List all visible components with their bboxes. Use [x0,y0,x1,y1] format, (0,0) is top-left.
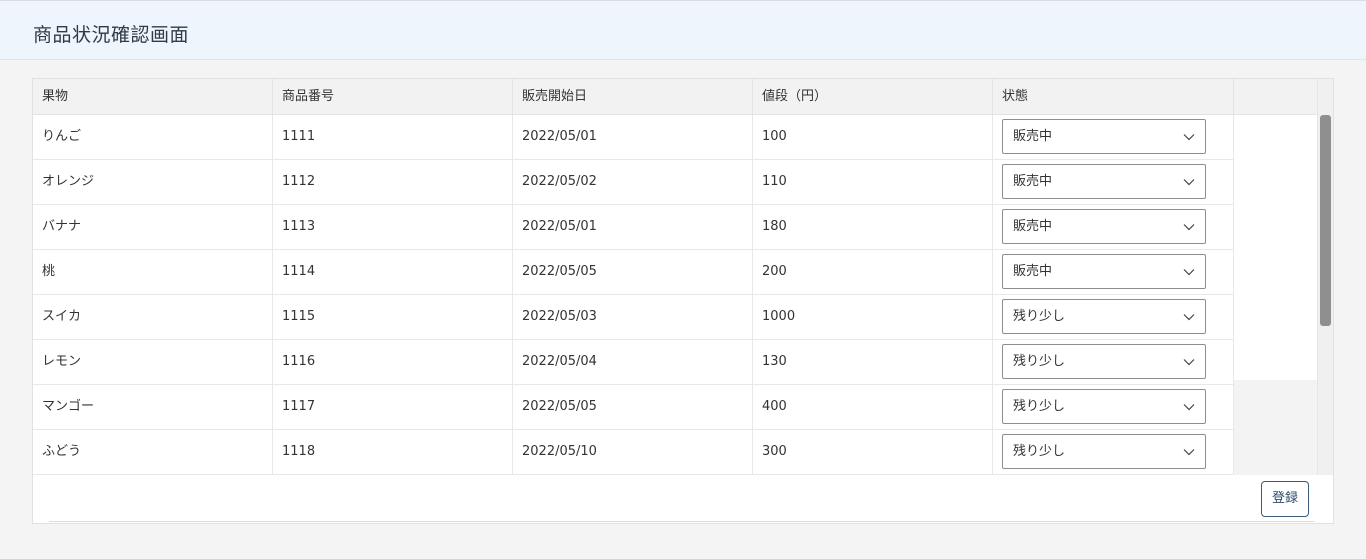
cell-price: 180 [753,205,993,249]
status-select[interactable]: 残り少し [1002,344,1206,379]
register-button[interactable]: 登録 [1261,481,1309,517]
column-header-empty [1234,79,1317,115]
column-header-status[interactable]: 状態 [993,79,1234,115]
cell-price: 300 [753,430,993,474]
status-select-value: 販売中 [1013,264,1053,279]
cell-fruit: スイカ [33,295,273,339]
cell-fruit: マンゴー [33,385,273,429]
chevron-down-icon [1183,359,1195,366]
cell-code: 1115 [273,295,513,339]
cell-start-date: 2022/05/01 [513,115,753,159]
chevron-down-icon [1183,134,1195,141]
chevron-down-icon [1183,224,1195,231]
row-spacer [1234,115,1317,380]
chevron-down-icon [1183,179,1195,186]
cell-code: 1111 [273,115,513,159]
status-select[interactable]: 販売中 [1002,119,1206,154]
cell-start-date: 2022/05/01 [513,205,753,249]
page-header: 商品状況確認画面 [0,0,1366,60]
status-select-value: 販売中 [1013,174,1053,189]
cell-code: 1116 [273,340,513,384]
column-header-price[interactable]: 値段（円） [753,79,993,115]
chevron-down-icon [1183,314,1195,321]
table-header: 果物 商品番号 販売開始日 値段（円） 状態 [33,79,1333,115]
cell-price: 130 [753,340,993,384]
cell-fruit: ふどう [33,430,273,474]
table-row: レモン 1116 2022/05/04 130 残り少し [33,340,1234,385]
table-body: りんご 1111 2022/05/01 100 販売中 オレンジ 1112 20… [33,115,1317,475]
status-select-value: 残り少し [1013,309,1066,324]
cell-fruit: 桃 [33,250,273,294]
status-select-value: 残り少し [1013,399,1066,414]
cell-price: 200 [753,250,993,294]
cell-fruit: レモン [33,340,273,384]
chevron-down-icon [1183,404,1195,411]
status-select-value: 残り少し [1013,444,1066,459]
scrollbar-thumb[interactable] [1320,115,1331,326]
table-row: スイカ 1115 2022/05/03 1000 残り少し [33,295,1234,340]
status-select[interactable]: 販売中 [1002,164,1206,199]
cell-price: 400 [753,385,993,429]
status-select[interactable]: 残り少し [1002,434,1206,469]
divider [49,521,1315,522]
status-select-value: 販売中 [1013,219,1053,234]
status-select[interactable]: 残り少し [1002,389,1206,424]
cell-start-date: 2022/05/04 [513,340,753,384]
vertical-scrollbar[interactable] [1317,79,1333,475]
status-select-value: 残り少し [1013,354,1066,369]
product-table-panel: 果物 商品番号 販売開始日 値段（円） 状態 りんご 1111 2022/05/… [32,78,1334,524]
cell-start-date: 2022/05/10 [513,430,753,474]
status-select[interactable]: 販売中 [1002,209,1206,244]
row-spacer [1234,380,1317,475]
cell-code: 1118 [273,430,513,474]
cell-code: 1112 [273,160,513,204]
cell-start-date: 2022/05/03 [513,295,753,339]
status-select[interactable]: 残り少し [1002,299,1206,334]
cell-code: 1117 [273,385,513,429]
chevron-down-icon [1183,449,1195,456]
cell-price: 100 [753,115,993,159]
column-header-code[interactable]: 商品番号 [273,79,513,115]
cell-start-date: 2022/05/05 [513,385,753,429]
cell-code: 1113 [273,205,513,249]
cell-fruit: オレンジ [33,160,273,204]
table-row: オレンジ 1112 2022/05/02 110 販売中 [33,160,1234,205]
cell-fruit: りんご [33,115,273,159]
column-header-start-date[interactable]: 販売開始日 [513,79,753,115]
table-row: りんご 1111 2022/05/01 100 販売中 [33,115,1234,160]
chevron-down-icon [1183,269,1195,276]
cell-start-date: 2022/05/02 [513,160,753,204]
table-row: ふどう 1118 2022/05/10 300 残り少し [33,430,1234,475]
column-header-fruit[interactable]: 果物 [33,79,273,115]
cell-price: 110 [753,160,993,204]
cell-start-date: 2022/05/05 [513,250,753,294]
status-select-value: 販売中 [1013,129,1053,144]
cell-fruit: バナナ [33,205,273,249]
cell-price: 1000 [753,295,993,339]
status-select[interactable]: 販売中 [1002,254,1206,289]
table-row: バナナ 1113 2022/05/01 180 販売中 [33,205,1234,250]
table-row: マンゴー 1117 2022/05/05 400 残り少し [33,385,1234,430]
page-title: 商品状況確認画面 [33,24,190,46]
table-row: 桃 1114 2022/05/05 200 販売中 [33,250,1234,295]
cell-code: 1114 [273,250,513,294]
